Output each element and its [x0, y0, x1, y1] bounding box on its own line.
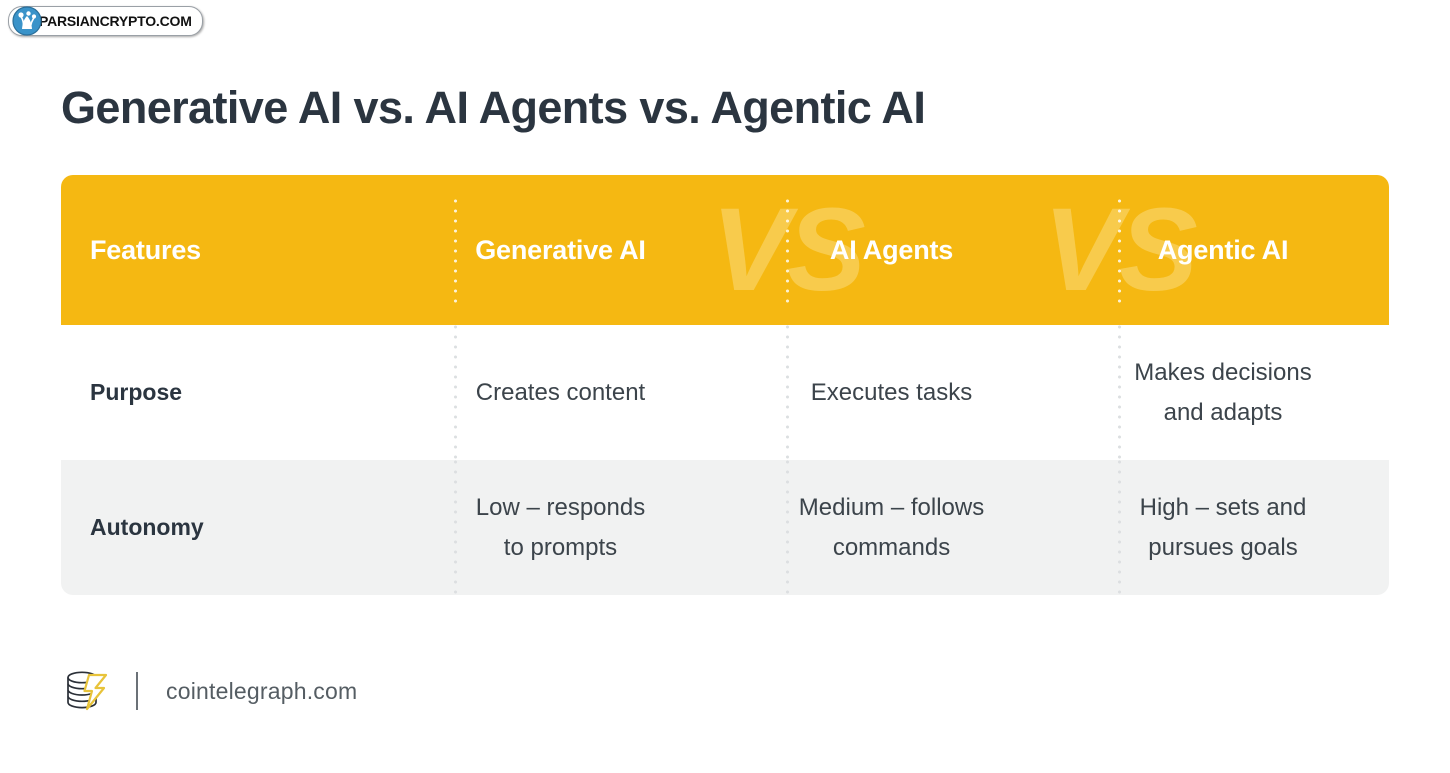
row-feature-purpose: Purpose	[61, 325, 395, 460]
footer-url-label: cointelegraph.com	[166, 677, 358, 704]
cell-text-line-1: Makes decisions	[1134, 358, 1312, 386]
column-header-features-label: Features	[90, 234, 201, 265]
cell-purpose-ai-agents: Executes tasks	[726, 325, 1057, 460]
column-header-ai-agents-label: AI Agents	[829, 234, 954, 265]
cell-text-line-2: and adapts	[1163, 398, 1283, 426]
footer-divider	[136, 672, 138, 710]
cell-text-line-1: Medium – follows	[798, 493, 985, 521]
cointelegraph-coins-bolt-icon	[67, 671, 108, 711]
cell-feature-label: Purpose	[90, 379, 183, 405]
footer: cointelegraph.com	[58, 661, 357, 721]
cell-text-line-1: High – sets and	[1139, 493, 1307, 521]
parsiancrypto-watermark-badge: PARSIANCRYPTO.COM	[8, 6, 203, 36]
table-row: Autonomy Low – responds to prompts Mediu…	[61, 460, 1389, 595]
parsiancrypto-logo-icon	[12, 6, 42, 36]
cell-text: Creates content	[475, 378, 646, 406]
watermark-label: PARSIANCRYPTO.COM	[39, 13, 192, 29]
column-header-generative-ai: Generative AI	[395, 175, 726, 325]
cell-text-line-1: Low – responds	[475, 493, 646, 521]
cell-text-line-2: pursues goals	[1148, 533, 1298, 561]
cell-text-line-2: to prompts	[503, 533, 618, 561]
cell-text-block: Makes decisions and adapts	[1134, 353, 1311, 432]
cell-text-block: Low – responds to prompts	[476, 488, 645, 567]
cell-purpose-agentic-ai: Makes decisions and adapts	[1057, 325, 1389, 460]
cell-feature-label: Autonomy	[90, 514, 204, 540]
cell-autonomy-ai-agents: Medium – follows commands	[726, 460, 1057, 595]
column-header-generative-ai-label: Generative AI	[475, 234, 646, 265]
page-title: Generative AI vs. AI Agents vs. Agentic …	[61, 82, 926, 134]
cell-text-block: Medium – follows commands	[799, 488, 984, 567]
column-header-agentic-ai-label: Agentic AI	[1157, 234, 1289, 265]
cell-autonomy-agentic-ai: High – sets and pursues goals	[1057, 460, 1389, 595]
comparison-table: VS VS Features Generative AI AI Agents A…	[61, 175, 1389, 595]
cell-text-line-2: commands	[832, 533, 951, 561]
row-feature-autonomy: Autonomy	[61, 460, 395, 595]
column-header-ai-agents: AI Agents	[726, 175, 1057, 325]
column-header-features: Features	[61, 175, 395, 325]
table-header-row: VS VS Features Generative AI AI Agents A…	[61, 175, 1389, 325]
cell-autonomy-generative-ai: Low – responds to prompts	[395, 460, 726, 595]
table-row: Purpose Creates content Executes tasks M…	[61, 325, 1389, 460]
cell-purpose-generative-ai: Creates content	[395, 325, 726, 460]
cell-text: Executes tasks	[810, 378, 973, 406]
column-header-agentic-ai: Agentic AI	[1057, 175, 1389, 325]
cell-text-block: High – sets and pursues goals	[1140, 488, 1307, 567]
